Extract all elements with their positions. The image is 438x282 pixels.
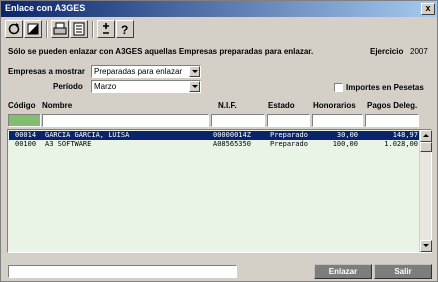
scroll-thumb[interactable]	[420, 142, 432, 152]
close-button[interactable]: x	[421, 3, 435, 15]
contrast-icon	[27, 23, 39, 35]
cell-nombre: GARCIA GARCIA, LUISA	[45, 131, 130, 139]
scroll-down-icon[interactable]	[420, 240, 432, 252]
chevron-down-icon[interactable]	[189, 81, 200, 92]
periodo-label: Período	[53, 82, 83, 91]
cell-nif: 00000014Z	[213, 131, 251, 139]
filter-estado[interactable]	[267, 114, 310, 127]
cell-pagos: 148,97	[392, 131, 418, 139]
empresas-select-value: Preparadas para enlazar	[94, 67, 183, 76]
column-header-honorarios[interactable]: Honorarios	[313, 101, 356, 110]
table-row[interactable]: 00100 A3 SOFTWARE A08565350 Preparado 10…	[9, 140, 420, 149]
contrast-button[interactable]	[24, 20, 42, 38]
column-header-nif[interactable]: N.I.F.	[218, 101, 237, 110]
column-header-pagos[interactable]: Pagos Deleg.	[367, 101, 417, 110]
filter-nif[interactable]	[211, 114, 265, 127]
refresh-button[interactable]	[5, 20, 23, 38]
help-icon: ?	[121, 23, 128, 37]
window-title: Enlace con A3GES	[5, 3, 86, 13]
filter-nombre[interactable]	[42, 114, 209, 127]
print-icon	[53, 22, 67, 35]
cell-nif: A08565350	[213, 140, 251, 148]
title-bar[interactable]: Enlace con A3GES x	[1, 1, 437, 17]
svg-text:?: ?	[121, 23, 128, 37]
filter-honorarios[interactable]	[312, 114, 363, 127]
importes-label: Importes en Pesetas	[346, 83, 424, 92]
cell-codigo: 00100	[15, 140, 37, 148]
column-header-codigo[interactable]: Código	[8, 101, 36, 110]
toolbar-separator	[92, 21, 94, 38]
companies-table[interactable]: 00014 GARCIA GARCIA, LUISA 00000014Z Pre…	[7, 129, 432, 253]
empresas-label: Empresas a mostrar	[8, 67, 85, 76]
vertical-scrollbar[interactable]	[419, 130, 432, 252]
add-remove-icon	[103, 23, 109, 34]
column-header-nombre[interactable]: Nombre	[42, 101, 72, 110]
info-message: Sólo se pueden enlazar con A3GES aquella…	[8, 47, 314, 56]
toolbar-separator	[46, 21, 48, 38]
cell-nombre: A3 SOFTWARE	[45, 140, 92, 148]
add-remove-button[interactable]	[97, 20, 115, 38]
enlazar-button[interactable]: Enlazar	[314, 264, 372, 279]
empresas-select[interactable]: Preparadas para enlazar	[91, 65, 201, 78]
cell-codigo: 00014	[15, 131, 37, 139]
importes-checkbox[interactable]	[334, 83, 343, 92]
salir-button[interactable]: Salir	[374, 264, 432, 279]
ejercicio-value: 2007	[410, 47, 428, 56]
filter-codigo[interactable]	[8, 114, 41, 127]
filter-pagos[interactable]	[365, 114, 419, 127]
list-button[interactable]	[70, 20, 88, 38]
ejercicio-label: Ejercicio	[370, 47, 404, 56]
main-window: Enlace con A3GES x ? Sólo se pueden enla…	[0, 0, 438, 282]
periodo-select-value: Marzo	[94, 82, 117, 91]
cell-honorarios: 100,00	[332, 140, 358, 148]
print-button[interactable]	[51, 20, 69, 38]
scroll-up-icon[interactable]	[420, 130, 432, 142]
refresh-icon	[8, 23, 20, 35]
cell-pagos: 1.028,00	[384, 140, 418, 148]
help-button[interactable]: ?	[116, 20, 134, 38]
list-icon	[73, 22, 85, 36]
column-header-estado[interactable]: Estado	[268, 101, 295, 110]
table-row[interactable]: 00014 GARCIA GARCIA, LUISA 00000014Z Pre…	[9, 131, 420, 140]
cell-estado: Preparado	[270, 131, 308, 139]
chevron-down-icon[interactable]	[189, 66, 200, 77]
periodo-select[interactable]: Marzo	[91, 80, 201, 93]
cell-honorarios: 30,00	[336, 131, 358, 139]
cell-estado: Preparado	[270, 140, 308, 148]
status-bar	[8, 265, 237, 278]
